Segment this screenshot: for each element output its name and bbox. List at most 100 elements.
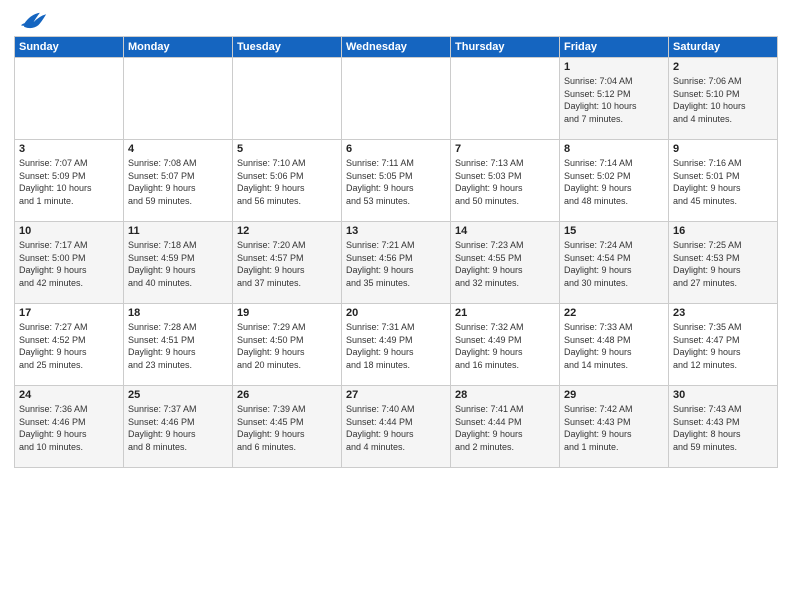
day-number: 30 [673,389,773,401]
calendar-cell-w4d0: 17 Sunrise: 7:27 AM Sunset: 4:52 PM Dayli… [15,304,124,386]
page-header [14,10,778,30]
day-info: Sunrise: 7:13 AM Sunset: 5:03 PM Dayligh… [455,157,555,207]
day-number: 21 [455,307,555,319]
day-info: Sunrise: 7:18 AM Sunset: 4:59 PM Dayligh… [128,239,228,289]
day-number: 28 [455,389,555,401]
calendar-cell-w3d1: 11 Sunrise: 7:18 AM Sunset: 4:59 PM Dayli… [124,222,233,304]
day-number: 10 [19,225,119,237]
calendar-cell-w5d6: 30 Sunrise: 7:43 AM Sunset: 4:43 PM Dayli… [669,386,778,468]
day-info: Sunrise: 7:17 AM Sunset: 5:00 PM Dayligh… [19,239,119,289]
day-number: 20 [346,307,446,319]
weekday-sunday: Sunday [15,37,124,58]
weekday-thursday: Thursday [451,37,560,58]
day-info: Sunrise: 7:33 AM Sunset: 4:48 PM Dayligh… [564,321,664,371]
calendar-header: SundayMondayTuesdayWednesdayThursdayFrid… [15,37,778,58]
calendar-cell-w3d5: 15Sunrise: 7:24 AM Sunset: 4:54 PM Dayli… [560,222,669,304]
calendar-cell-w4d6: 23 Sunrise: 7:35 AM Sunset: 4:47 PM Dayli… [669,304,778,386]
day-number: 29 [564,389,664,401]
day-number: 11 [128,225,228,237]
day-number: 5 [237,143,337,155]
day-info: Sunrise: 7:23 AM Sunset: 4:55 PM Dayligh… [455,239,555,289]
calendar-cell-w4d3: 20 Sunrise: 7:31 AM Sunset: 4:49 PM Dayli… [342,304,451,386]
weekday-wednesday: Wednesday [342,37,451,58]
calendar-cell-w1d0 [15,58,124,140]
day-info: Sunrise: 7:27 AM Sunset: 4:52 PM Dayligh… [19,321,119,371]
day-info: Sunrise: 7:06 AM Sunset: 5:10 PM Dayligh… [673,75,773,125]
weekday-tuesday: Tuesday [233,37,342,58]
calendar-cell-w5d0: 24 Sunrise: 7:36 AM Sunset: 4:46 PM Dayli… [15,386,124,468]
calendar-cell-w2d2: 5 Sunrise: 7:10 AM Sunset: 5:06 PM Daylig… [233,140,342,222]
day-number: 26 [237,389,337,401]
day-number: 1 [564,61,664,73]
calendar-cell-w4d1: 18 Sunrise: 7:28 AM Sunset: 4:51 PM Dayli… [124,304,233,386]
calendar-cell-w3d6: 16 Sunrise: 7:25 AM Sunset: 4:53 PM Dayli… [669,222,778,304]
calendar-cell-w4d2: 19Sunrise: 7:29 AM Sunset: 4:50 PM Dayli… [233,304,342,386]
calendar-table: SundayMondayTuesdayWednesdayThursdayFrid… [14,36,778,468]
day-number: 23 [673,307,773,319]
day-info: Sunrise: 7:40 AM Sunset: 4:44 PM Dayligh… [346,403,446,453]
calendar-cell-w2d1: 4 Sunrise: 7:08 AM Sunset: 5:07 PM Daylig… [124,140,233,222]
day-info: Sunrise: 7:32 AM Sunset: 4:49 PM Dayligh… [455,321,555,371]
weekday-row: SundayMondayTuesdayWednesdayThursdayFrid… [15,37,778,58]
day-number: 7 [455,143,555,155]
day-number: 18 [128,307,228,319]
week-row-1: 1 Sunrise: 7:04 AM Sunset: 5:12 PM Daylig… [15,58,778,140]
day-number: 16 [673,225,773,237]
calendar-cell-w3d3: 13Sunrise: 7:21 AM Sunset: 4:56 PM Dayli… [342,222,451,304]
calendar-cell-w4d5: 22 Sunrise: 7:33 AM Sunset: 4:48 PM Dayli… [560,304,669,386]
day-info: Sunrise: 7:10 AM Sunset: 5:06 PM Dayligh… [237,157,337,207]
calendar-cell-w1d4 [451,58,560,140]
calendar-cell-w1d5: 1 Sunrise: 7:04 AM Sunset: 5:12 PM Daylig… [560,58,669,140]
logo [14,10,52,30]
day-info: Sunrise: 7:11 AM Sunset: 5:05 PM Dayligh… [346,157,446,207]
calendar-cell-w5d2: 26 Sunrise: 7:39 AM Sunset: 4:45 PM Dayli… [233,386,342,468]
week-row-3: 10 Sunrise: 7:17 AM Sunset: 5:00 PM Dayli… [15,222,778,304]
calendar-cell-w2d3: 6 Sunrise: 7:11 AM Sunset: 5:05 PM Daylig… [342,140,451,222]
day-info: Sunrise: 7:42 AM Sunset: 4:43 PM Dayligh… [564,403,664,453]
day-number: 13 [346,225,446,237]
day-number: 24 [19,389,119,401]
day-info: Sunrise: 7:36 AM Sunset: 4:46 PM Dayligh… [19,403,119,453]
day-info: Sunrise: 7:43 AM Sunset: 4:43 PM Dayligh… [673,403,773,453]
calendar-cell-w1d1 [124,58,233,140]
day-info: Sunrise: 7:29 AM Sunset: 4:50 PM Dayligh… [237,321,337,371]
week-row-2: 3 Sunrise: 7:07 AM Sunset: 5:09 PM Daylig… [15,140,778,222]
day-info: Sunrise: 7:31 AM Sunset: 4:49 PM Dayligh… [346,321,446,371]
day-number: 12 [237,225,337,237]
day-number: 27 [346,389,446,401]
day-info: Sunrise: 7:20 AM Sunset: 4:57 PM Dayligh… [237,239,337,289]
day-number: 17 [19,307,119,319]
day-number: 2 [673,61,773,73]
day-info: Sunrise: 7:28 AM Sunset: 4:51 PM Dayligh… [128,321,228,371]
day-info: Sunrise: 7:08 AM Sunset: 5:07 PM Dayligh… [128,157,228,207]
day-info: Sunrise: 7:07 AM Sunset: 5:09 PM Dayligh… [19,157,119,207]
day-number: 9 [673,143,773,155]
calendar-cell-w3d4: 14Sunrise: 7:23 AM Sunset: 4:55 PM Dayli… [451,222,560,304]
day-number: 8 [564,143,664,155]
calendar-cell-w5d5: 29 Sunrise: 7:42 AM Sunset: 4:43 PM Dayli… [560,386,669,468]
day-info: Sunrise: 7:14 AM Sunset: 5:02 PM Dayligh… [564,157,664,207]
week-row-5: 24 Sunrise: 7:36 AM Sunset: 4:46 PM Dayli… [15,386,778,468]
day-info: Sunrise: 7:37 AM Sunset: 4:46 PM Dayligh… [128,403,228,453]
day-info: Sunrise: 7:35 AM Sunset: 4:47 PM Dayligh… [673,321,773,371]
day-info: Sunrise: 7:39 AM Sunset: 4:45 PM Dayligh… [237,403,337,453]
calendar-cell-w2d5: 8 Sunrise: 7:14 AM Sunset: 5:02 PM Daylig… [560,140,669,222]
day-number: 4 [128,143,228,155]
calendar-cell-w5d4: 28 Sunrise: 7:41 AM Sunset: 4:44 PM Dayli… [451,386,560,468]
day-info: Sunrise: 7:16 AM Sunset: 5:01 PM Dayligh… [673,157,773,207]
logo-bird-icon [14,8,50,30]
calendar-cell-w4d4: 21 Sunrise: 7:32 AM Sunset: 4:49 PM Dayli… [451,304,560,386]
weekday-friday: Friday [560,37,669,58]
calendar-cell-w3d0: 10 Sunrise: 7:17 AM Sunset: 5:00 PM Dayli… [15,222,124,304]
week-row-4: 17 Sunrise: 7:27 AM Sunset: 4:52 PM Dayli… [15,304,778,386]
day-number: 22 [564,307,664,319]
calendar-cell-w5d1: 25 Sunrise: 7:37 AM Sunset: 4:46 PM Dayli… [124,386,233,468]
day-number: 3 [19,143,119,155]
day-number: 6 [346,143,446,155]
day-info: Sunrise: 7:25 AM Sunset: 4:53 PM Dayligh… [673,239,773,289]
calendar-cell-w2d4: 7 Sunrise: 7:13 AM Sunset: 5:03 PM Daylig… [451,140,560,222]
day-number: 25 [128,389,228,401]
weekday-monday: Monday [124,37,233,58]
day-info: Sunrise: 7:41 AM Sunset: 4:44 PM Dayligh… [455,403,555,453]
day-info: Sunrise: 7:04 AM Sunset: 5:12 PM Dayligh… [564,75,664,125]
